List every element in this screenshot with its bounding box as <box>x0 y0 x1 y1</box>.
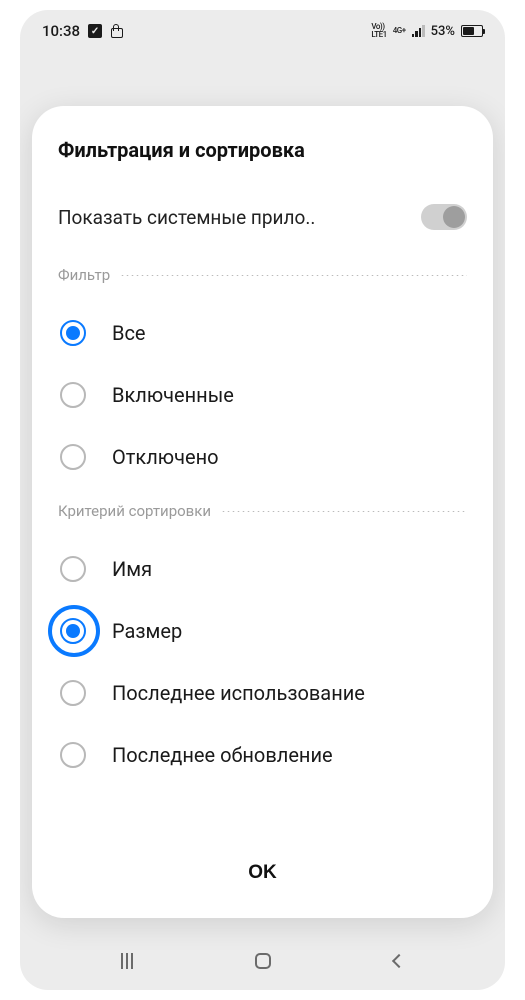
show-system-apps-label: Показать системные прило.. <box>58 206 315 229</box>
radio-icon <box>60 556 86 582</box>
sort-option-label: Последнее использование <box>112 681 365 705</box>
phone-screen: 10:38 Vo)) LTE1 4G+ 53% Фильтрация и сор… <box>20 10 505 990</box>
filter-option-label: Включенные <box>112 383 234 407</box>
filter-option-label: Отключено <box>112 445 219 469</box>
sort-options: Имя Размер Последнее использование После… <box>58 538 467 786</box>
sort-section-label: Критерий сортировки <box>58 502 211 520</box>
divider-dots <box>221 511 467 512</box>
battery-icon <box>461 25 483 37</box>
filter-option-all[interactable]: Все <box>58 302 467 364</box>
filter-section-label: Фильтр <box>58 266 110 284</box>
sort-option-last-updated[interactable]: Последнее обновление <box>58 724 467 786</box>
checkbox-notification-icon <box>88 24 102 38</box>
status-bar: 10:38 Vo)) LTE1 4G+ 53% <box>20 10 505 52</box>
network-label-2: 4G+ <box>393 27 406 35</box>
home-button[interactable] <box>255 953 271 969</box>
radio-icon <box>60 444 86 470</box>
signal-icon <box>412 25 425 37</box>
status-time: 10:38 <box>42 22 80 40</box>
radio-icon <box>60 382 86 408</box>
sort-option-label: Имя <box>112 557 152 581</box>
divider-dots <box>120 275 467 276</box>
sort-option-label: Последнее обновление <box>112 743 333 767</box>
sort-option-name[interactable]: Имя <box>58 538 467 600</box>
filter-options: Все Включенные Отключено <box>58 302 467 488</box>
show-system-apps-switch[interactable] <box>421 204 467 230</box>
dialog-title: Фильтрация и сортировка <box>58 138 467 162</box>
filter-option-label: Все <box>112 321 146 345</box>
lock-icon <box>110 24 122 38</box>
network-label-1: Vo)) LTE1 <box>371 23 386 39</box>
sort-option-size[interactable]: Размер <box>58 600 467 662</box>
navigation-bar <box>20 932 505 990</box>
recents-button[interactable] <box>121 953 133 969</box>
radio-icon <box>60 618 86 644</box>
dialog-footer: OK <box>58 832 467 918</box>
filter-section-header: Фильтр <box>58 266 467 284</box>
radio-icon <box>60 742 86 768</box>
filter-option-enabled[interactable]: Включенные <box>58 364 467 426</box>
back-button[interactable] <box>392 954 406 968</box>
sort-option-last-used[interactable]: Последнее использование <box>58 662 467 724</box>
radio-icon <box>60 320 86 346</box>
ok-button[interactable]: OK <box>208 854 317 892</box>
filter-option-disabled[interactable]: Отключено <box>58 426 467 488</box>
sort-option-label: Размер <box>112 619 182 643</box>
battery-percent: 53% <box>431 24 455 39</box>
radio-icon <box>60 680 86 706</box>
show-system-apps-row[interactable]: Показать системные прило.. <box>58 204 467 230</box>
filter-sort-dialog: Фильтрация и сортировка Показать системн… <box>32 106 493 918</box>
sort-section-header: Критерий сортировки <box>58 502 467 520</box>
background-header <box>20 52 505 102</box>
